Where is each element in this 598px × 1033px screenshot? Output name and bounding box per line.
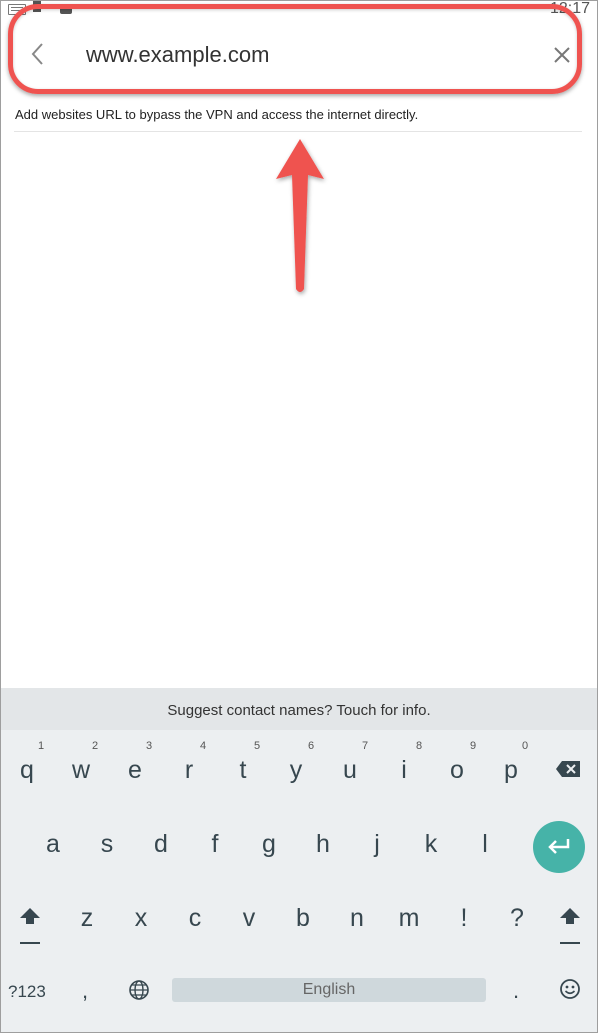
key-g[interactable]: g	[258, 830, 280, 859]
annotation-highlight	[8, 4, 582, 94]
backspace-key[interactable]	[555, 760, 581, 783]
key-t[interactable]: t	[232, 756, 254, 785]
key-e[interactable]: e	[124, 756, 146, 785]
key-o[interactable]: o	[446, 756, 468, 785]
key-comma[interactable]: ,	[82, 978, 88, 1004]
key-m[interactable]: m	[396, 904, 422, 933]
key-a[interactable]: a	[42, 830, 64, 859]
key-exclamation[interactable]: !	[453, 904, 475, 933]
key-hint-6: 6	[308, 740, 315, 752]
key-y[interactable]: y	[285, 756, 307, 785]
key-z[interactable]: z	[76, 904, 98, 933]
divider	[14, 131, 582, 132]
shift-key-right[interactable]	[558, 906, 582, 951]
key-d[interactable]: d	[150, 830, 172, 859]
shift-key-left[interactable]	[18, 906, 42, 951]
symbols-mode-key[interactable]: ?123	[8, 982, 46, 1002]
key-i[interactable]: i	[393, 756, 415, 785]
globe-icon	[128, 980, 150, 1005]
key-hint-2: 2	[92, 740, 99, 752]
key-l[interactable]: l	[474, 830, 496, 859]
shift-icon	[18, 908, 42, 950]
enter-key[interactable]	[533, 821, 585, 873]
key-hint-4: 4	[200, 740, 207, 752]
key-hint-9: 9	[470, 740, 477, 752]
key-s[interactable]: s	[96, 830, 118, 859]
smiley-icon	[559, 979, 581, 1004]
key-p[interactable]: p	[500, 756, 522, 785]
key-c[interactable]: c	[184, 904, 206, 933]
key-hint-3: 3	[146, 740, 153, 752]
suggestion-bar[interactable]: Suggest contact names? Touch for info.	[0, 688, 598, 730]
annotation-arrow-icon	[270, 135, 330, 305]
key-j[interactable]: j	[366, 830, 388, 859]
key-u[interactable]: u	[339, 756, 361, 785]
key-question[interactable]: ?	[506, 904, 528, 933]
key-h[interactable]: h	[312, 830, 334, 859]
key-hint-7: 7	[362, 740, 369, 752]
key-x[interactable]: x	[130, 904, 152, 933]
key-k[interactable]: k	[420, 830, 442, 859]
soft-keyboard: Suggest contact names? Touch for info. 1…	[0, 688, 598, 1033]
key-n[interactable]: n	[346, 904, 368, 933]
suggestion-text: Suggest contact names? Touch for info.	[167, 702, 431, 719]
emoji-key[interactable]	[559, 978, 581, 1005]
key-hint-1: 1	[38, 740, 45, 752]
bypass-hint-text: Add websites URL to bypass the VPN and a…	[15, 107, 419, 122]
key-f[interactable]: f	[204, 830, 226, 859]
language-key[interactable]	[128, 979, 150, 1006]
shift-icon	[558, 908, 582, 950]
key-period[interactable]: .	[513, 978, 519, 1004]
key-hint-8: 8	[416, 740, 423, 752]
key-w[interactable]: w	[68, 756, 94, 785]
key-b[interactable]: b	[292, 904, 314, 933]
key-r[interactable]: r	[178, 756, 200, 785]
key-hint-5: 5	[254, 740, 261, 752]
space-key[interactable]: English	[172, 978, 486, 1002]
key-hint-0: 0	[522, 740, 529, 752]
backspace-icon	[555, 761, 581, 782]
key-v[interactable]: v	[238, 904, 260, 933]
enter-icon	[546, 837, 572, 862]
key-q[interactable]: q	[16, 756, 38, 785]
